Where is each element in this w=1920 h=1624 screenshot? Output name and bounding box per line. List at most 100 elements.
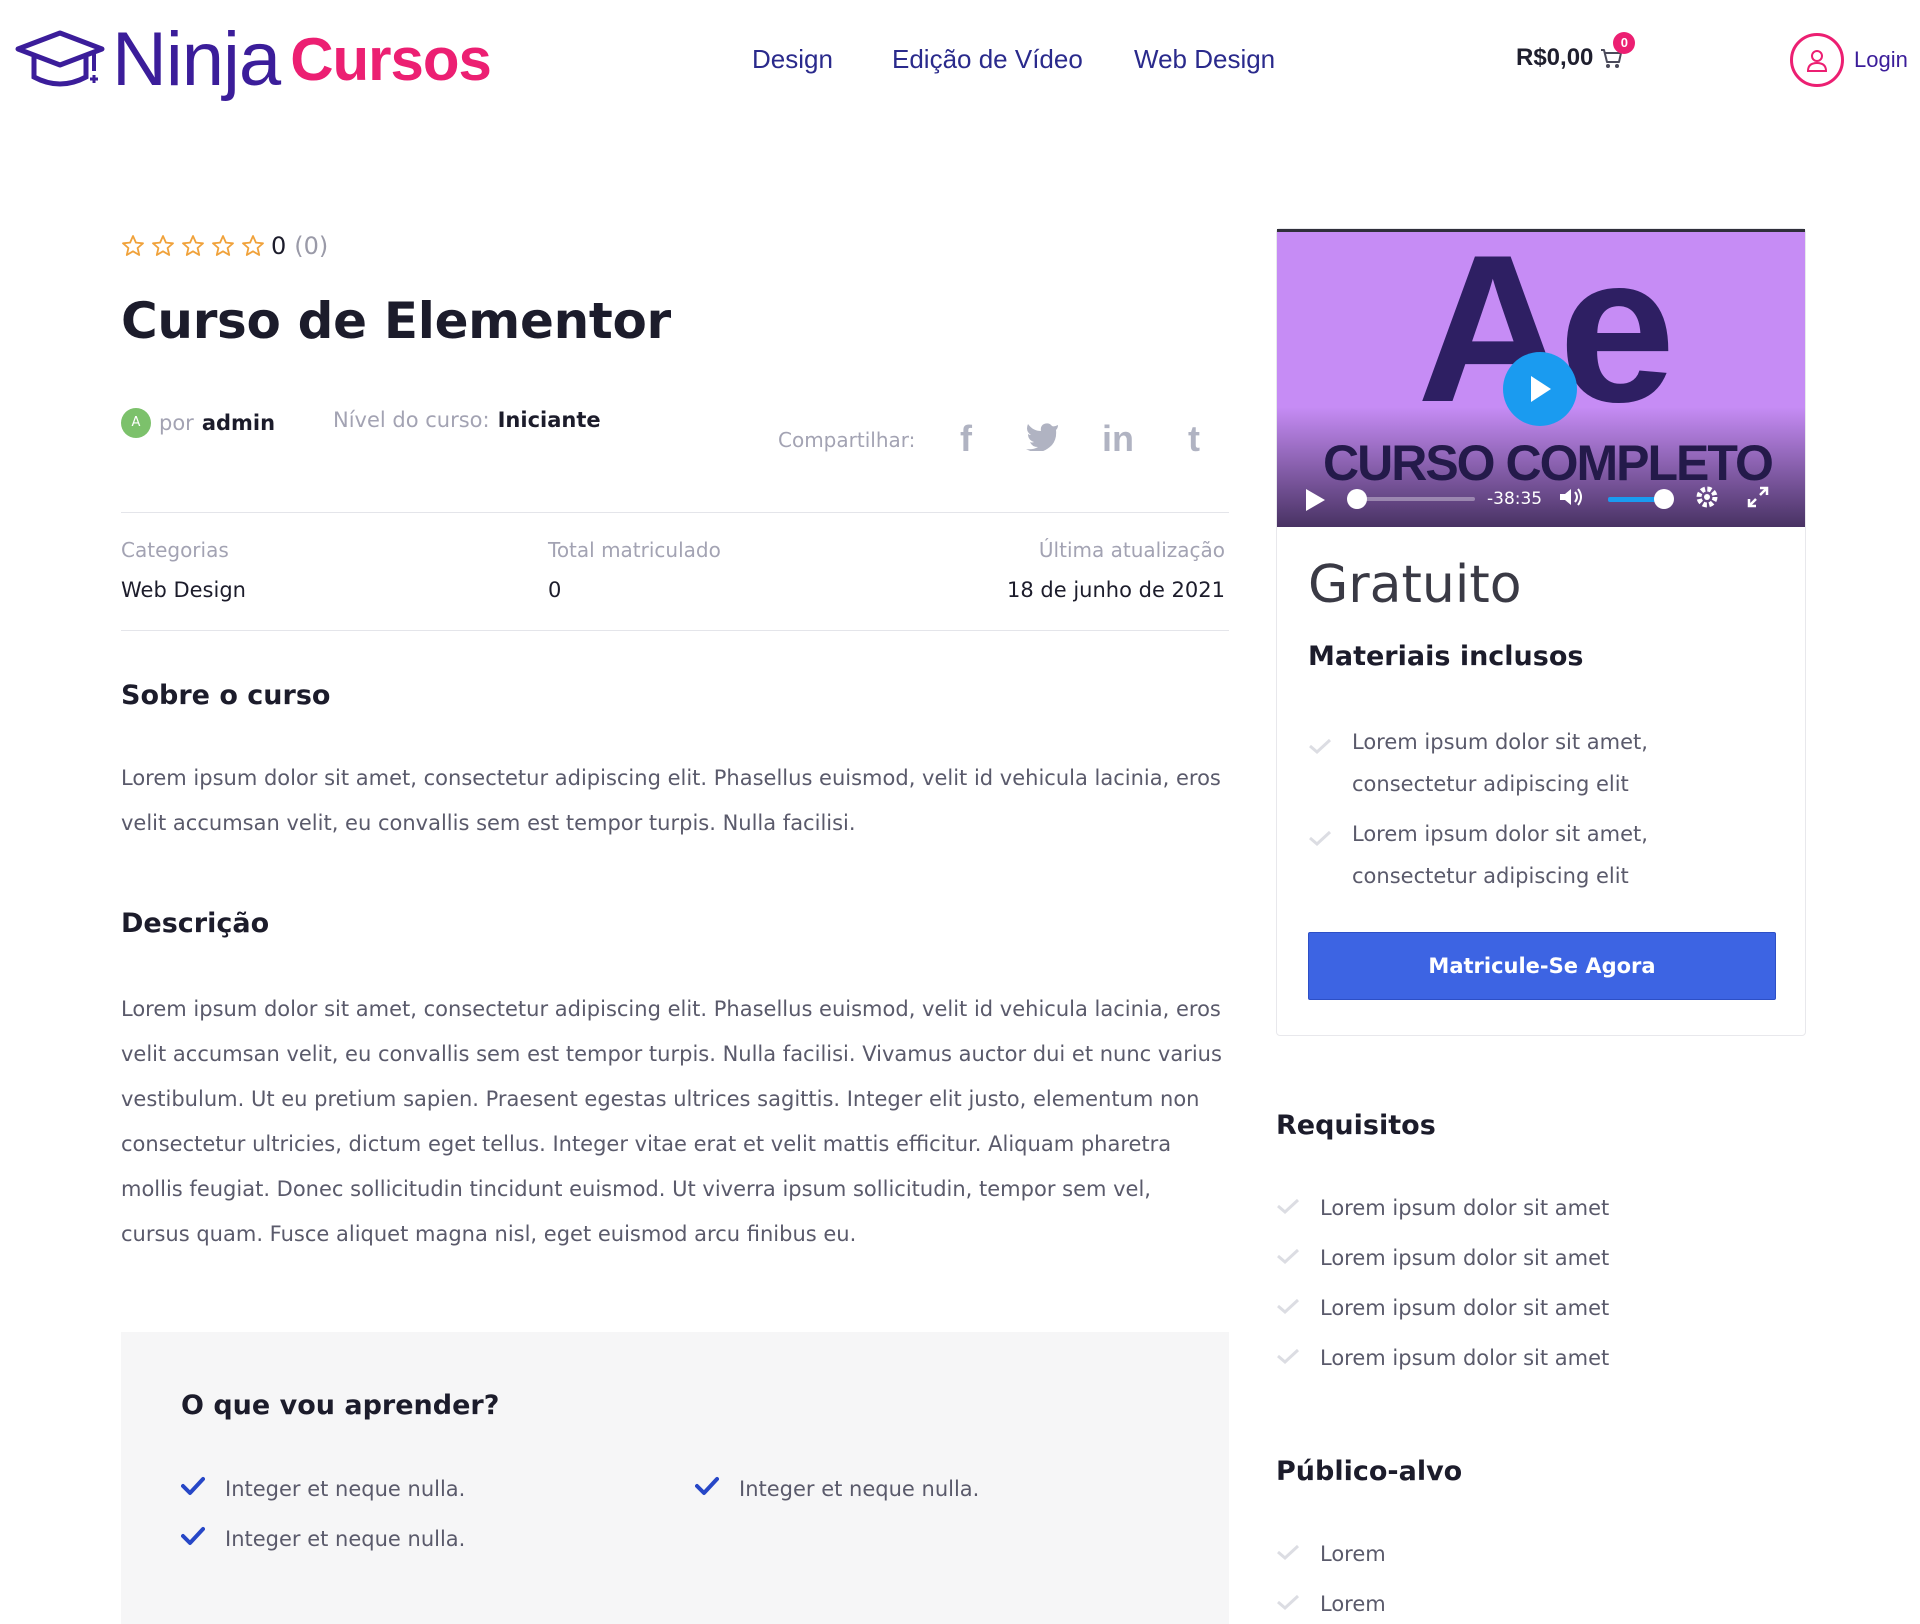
about-text-line: velit accumsan velit, eu convallis sem e… bbox=[121, 811, 856, 835]
audience-item: Lorem bbox=[1276, 1592, 1386, 1616]
info-label-ultima-atualizacao: Última atualização bbox=[1038, 538, 1225, 562]
audience-item-label: Lorem bbox=[1320, 1592, 1386, 1616]
twitter-icon[interactable] bbox=[1024, 418, 1060, 460]
course-level: Nível do curso: Iniciante bbox=[333, 408, 601, 432]
checkmark-icon bbox=[181, 1476, 205, 1501]
volume-slider[interactable] bbox=[1608, 488, 1675, 509]
description-heading: Descrição bbox=[121, 908, 270, 939]
gear-icon[interactable] bbox=[1694, 484, 1720, 514]
course-level-label: Nível do curso: bbox=[333, 408, 490, 432]
checkmark-icon bbox=[695, 1476, 719, 1501]
learn-item-label: Integer et neque nulla. bbox=[225, 1476, 466, 1501]
video-progress-slider[interactable] bbox=[1347, 489, 1475, 509]
share-icons: f in t bbox=[948, 418, 1212, 460]
star-icon bbox=[152, 235, 174, 256]
requirement-item: Lorem ipsum dolor sit amet bbox=[1276, 1246, 1609, 1270]
requirement-item-label: Lorem ipsum dolor sit amet bbox=[1320, 1296, 1610, 1320]
login-label: Login bbox=[1854, 47, 1908, 72]
checkmark-icon bbox=[1276, 1296, 1300, 1320]
checkmark-icon bbox=[1308, 727, 1332, 805]
what-you-will-learn: O que vou aprender? Integer et neque nul… bbox=[121, 1332, 1229, 1624]
course-video-player[interactable]: Ae CURSO COMPLETO -38:35 bbox=[1277, 229, 1805, 527]
share-label: Compartilhar: bbox=[778, 428, 916, 452]
description-text-line: Lorem ipsum dolor sit amet, consectetur … bbox=[121, 997, 1221, 1021]
cart-button[interactable]: R$0,00 0 bbox=[1516, 32, 1636, 72]
star-icon bbox=[212, 235, 234, 256]
learn-item-label: Integer et neque nulla. bbox=[739, 1476, 980, 1501]
description-text-line: vestibulum. Ut eu pretium sapien. Praese… bbox=[121, 1087, 1200, 1111]
nav-item-edicao-de-video[interactable]: Edição de Vídeo bbox=[892, 44, 1083, 75]
nav-item-design[interactable]: Design bbox=[752, 44, 833, 75]
author-name[interactable]: admin bbox=[202, 411, 275, 435]
course-author: A por admin bbox=[121, 408, 275, 438]
description-text-line: velit accumsan velit, eu convallis sem e… bbox=[121, 1042, 1222, 1066]
about-text: Lorem ipsum dolor sit amet, consectetur … bbox=[121, 756, 1231, 846]
rating-stars bbox=[121, 234, 265, 258]
avatar: A bbox=[121, 408, 151, 438]
checkmark-icon bbox=[181, 1526, 205, 1551]
checkmark-icon bbox=[1276, 1542, 1300, 1566]
course-sidebar-card: Ae CURSO COMPLETO -38:35 Gratuito Materi… bbox=[1276, 228, 1806, 1036]
requirement-item: Lorem ipsum dolor sit amet bbox=[1276, 1296, 1609, 1320]
requirement-item-label: Lorem ipsum dolor sit amet bbox=[1320, 1196, 1610, 1220]
about-text-line: Lorem ipsum dolor sit amet, consectetur … bbox=[121, 766, 1221, 790]
info-value-ultima-atualizacao: 18 de junho de 2021 bbox=[1007, 578, 1225, 602]
requirement-item-label: Lorem ipsum dolor sit amet bbox=[1320, 1346, 1610, 1370]
material-item: Lorem ipsum dolor sit amet, consectetur a… bbox=[1308, 813, 1648, 897]
site-logo[interactable]: Ninja Cursos bbox=[14, 17, 492, 102]
graduation-cap-icon bbox=[14, 27, 106, 93]
info-label-categorias: Categorias bbox=[121, 538, 229, 562]
about-heading: Sobre o curso bbox=[121, 680, 331, 711]
nav-item-web-design[interactable]: Web Design bbox=[1134, 44, 1275, 75]
rating-value: 0 bbox=[271, 232, 287, 260]
requirement-item: Lorem ipsum dolor sit amet bbox=[1276, 1196, 1609, 1220]
course-title: Curso de Elementor bbox=[121, 292, 671, 350]
star-icon bbox=[182, 235, 204, 256]
cart-count-badge: 0 bbox=[1613, 32, 1636, 54]
video-controls: -38:35 bbox=[1277, 471, 1805, 527]
audience-heading: Público-alvo bbox=[1276, 1456, 1463, 1487]
tumblr-icon[interactable]: t bbox=[1176, 418, 1212, 460]
learn-item: Integer et neque nulla. bbox=[695, 1476, 979, 1501]
info-value-categorias[interactable]: Web Design bbox=[121, 578, 246, 602]
volume-knob[interactable] bbox=[1654, 488, 1675, 509]
cart-icon: 0 bbox=[1599, 32, 1636, 70]
star-icon bbox=[242, 235, 264, 256]
play-icon[interactable] bbox=[1303, 487, 1327, 511]
description-text-line: mollis feugiat. Donec sollicitudin tinci… bbox=[121, 1177, 1151, 1201]
logo-ninja-text: Ninja bbox=[112, 17, 281, 102]
material-item-line: consectetur adipiscing elit bbox=[1352, 864, 1629, 888]
rating-count: (0) bbox=[294, 232, 329, 260]
facebook-icon[interactable]: f bbox=[948, 418, 984, 460]
cart-total: R$0,00 bbox=[1516, 44, 1594, 71]
learn-item-label: Integer et neque nulla. bbox=[225, 1526, 466, 1551]
progress-knob[interactable] bbox=[1347, 489, 1367, 509]
description-text: Lorem ipsum dolor sit amet, consectetur … bbox=[121, 987, 1231, 1257]
fullscreen-icon[interactable] bbox=[1746, 485, 1770, 513]
user-icon bbox=[1790, 33, 1844, 87]
checkmark-icon bbox=[1276, 1592, 1300, 1616]
checkmark-icon bbox=[1308, 819, 1332, 897]
volume-icon[interactable] bbox=[1558, 486, 1586, 512]
linkedin-icon[interactable]: in bbox=[1100, 418, 1136, 460]
material-item-line: Lorem ipsum dolor sit amet, bbox=[1352, 822, 1648, 846]
course-price: Gratuito bbox=[1308, 555, 1522, 615]
requirements-heading: Requisitos bbox=[1276, 1110, 1436, 1141]
video-play-button[interactable] bbox=[1503, 352, 1577, 426]
materials-heading: Materiais inclusos bbox=[1308, 641, 1584, 672]
enroll-button[interactable]: Matricule-Se Agora bbox=[1308, 932, 1776, 1000]
course-rating: 0 (0) bbox=[121, 232, 328, 260]
requirement-item-label: Lorem ipsum dolor sit amet bbox=[1320, 1246, 1610, 1270]
star-icon bbox=[122, 235, 144, 256]
checkmark-icon bbox=[1276, 1196, 1300, 1220]
play-icon bbox=[1531, 376, 1551, 402]
audience-item: Lorem bbox=[1276, 1542, 1386, 1566]
checkmark-icon bbox=[1276, 1346, 1300, 1370]
logo-cursos-text: Cursos bbox=[290, 26, 492, 93]
course-level-value: Iniciante bbox=[497, 408, 601, 432]
checkmark-icon bbox=[1276, 1246, 1300, 1270]
description-text-line: cursus quam. Fusce aliquet magna nisl, e… bbox=[121, 1222, 857, 1246]
login-button[interactable]: Login bbox=[1790, 33, 1908, 87]
info-label-total-matriculado: Total matriculado bbox=[548, 538, 721, 562]
learn-item: Integer et neque nulla. bbox=[181, 1476, 465, 1501]
